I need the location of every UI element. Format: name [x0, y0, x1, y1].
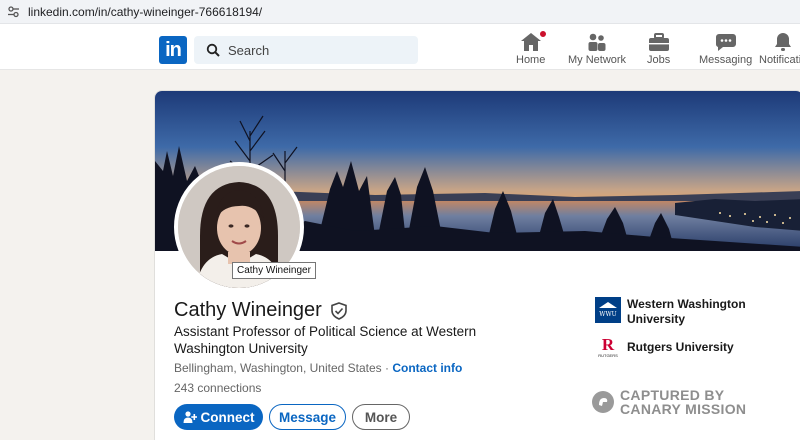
watermark-line1: CAPTURED BY [620, 387, 725, 403]
bell-icon [773, 30, 793, 52]
connections-count[interactable]: 243 connections [174, 381, 261, 395]
education-item-wwu[interactable]: WWU Western Washington University [595, 297, 757, 327]
search-icon [206, 43, 220, 57]
education-name-wwu: Western Washington University [627, 297, 746, 326]
home-icon [520, 29, 548, 52]
address-bar[interactable]: linkedin.com/in/cathy-wineinger-76661819… [0, 0, 800, 24]
nav-jobs-label: Jobs [647, 54, 671, 66]
top-nav: in Home My Network Jobs Messaging [0, 24, 800, 70]
connect-button-label: Connect [200, 409, 255, 425]
profile-headline: Assistant Professor of Political Science… [174, 324, 477, 356]
notification-dot [537, 29, 548, 39]
education-name-rutgers: Rutgers University [627, 340, 734, 354]
verified-shield-icon[interactable] [330, 301, 348, 320]
watermark-line2: CANARY MISSION [620, 401, 747, 417]
url-text[interactable]: linkedin.com/in/cathy-wineinger-76661819… [28, 5, 262, 19]
linkedin-logo[interactable]: in [159, 36, 187, 64]
location-row: Bellingham, Washington, United States · … [174, 361, 462, 375]
avatar-tooltip: Cathy Wineinger [232, 262, 316, 279]
nav-home[interactable]: Home [516, 29, 548, 66]
separator-dot: · [381, 361, 393, 375]
location-text: Bellingham, Washington, United States [174, 361, 382, 375]
briefcase-icon [648, 30, 670, 52]
search-input[interactable] [228, 42, 408, 58]
nav-notifications-label: Notificatio [759, 54, 800, 66]
nav-my-network-label: My Network [568, 54, 627, 66]
name-row: Cathy Wineinger [174, 299, 348, 322]
nav-jobs[interactable]: Jobs [647, 30, 670, 66]
nav-messaging[interactable]: Messaging [699, 30, 752, 66]
nav-messaging-label: Messaging [699, 54, 753, 66]
wwu-logo: WWU [595, 297, 621, 323]
canary-mission-watermark: CAPTURED BY CANARY MISSION [592, 388, 746, 416]
profile-name: Cathy Wineinger [174, 299, 322, 321]
nav-home-label: Home [516, 54, 546, 66]
connect-button[interactable]: Connect [174, 404, 263, 430]
rutgers-logo: R RUTGERS [598, 335, 618, 358]
profile-card: Cathy Wineinger Cathy Wineinger Assistan… [154, 90, 800, 440]
network-icon [587, 30, 607, 52]
add-person-icon [183, 410, 197, 424]
nav-notifications[interactable]: Notificatio [759, 30, 800, 66]
messaging-icon [715, 30, 737, 52]
site-settings-icon[interactable] [6, 5, 20, 19]
search-box[interactable] [194, 36, 418, 64]
canary-icon [592, 391, 614, 413]
more-button[interactable]: More [352, 404, 410, 430]
nav-my-network[interactable]: My Network [568, 30, 626, 66]
contact-info-link[interactable]: Contact info [392, 361, 462, 375]
message-button[interactable]: Message [269, 404, 346, 430]
rutgers-logo-text: RUTGERS [598, 353, 618, 358]
education-item-rutgers[interactable]: R RUTGERS Rutgers University [595, 334, 757, 360]
wwu-logo-text: WWU [599, 311, 616, 318]
